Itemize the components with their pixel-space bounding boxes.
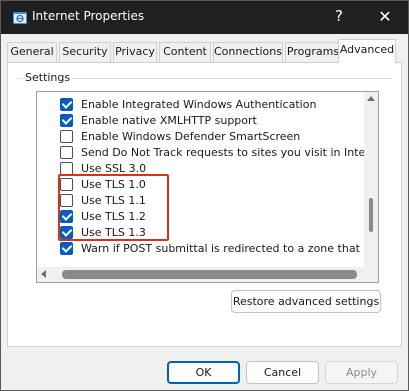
list-item[interactable]: Use TLS 1.0 <box>37 177 364 193</box>
list-item[interactable]: Use SSL 3.0 <box>37 161 364 177</box>
checkbox[interactable] <box>60 114 73 127</box>
title-bar[interactable]: Internet Properties ? ✕ <box>1 1 408 34</box>
list-item-label: Enable native XMLHTTP support <box>81 114 257 127</box>
list-item[interactable]: Enable native XMLHTTP support <box>37 113 364 129</box>
list-item[interactable]: Send Do Not Track requests to sites you … <box>37 145 364 161</box>
list-item[interactable]: Warn if POST submittal is redirected to … <box>37 241 364 257</box>
horizontal-scrollbar[interactable] <box>37 267 364 282</box>
tab-connections[interactable]: Connections <box>213 42 283 62</box>
help-button[interactable]: ? <box>317 1 361 34</box>
internet-properties-dialog: Internet Properties ? ✕ General Security… <box>0 0 409 391</box>
settings-group-label: Settings <box>23 71 73 84</box>
list-item-label: Send Do Not Track requests to sites you … <box>81 146 364 159</box>
horizontal-scroll-thumb[interactable] <box>62 270 357 279</box>
list-item-label: Warn if POST submittal is redirected to … <box>81 242 364 255</box>
tab-advanced[interactable]: Advanced <box>338 39 396 63</box>
list-item-label: Enable Integrated Windows Authentication <box>81 98 317 111</box>
tab-security[interactable]: Security <box>59 42 111 62</box>
tab-general[interactable]: General <box>7 42 57 62</box>
internet-options-icon <box>13 12 27 24</box>
ok-button[interactable]: OK <box>167 361 240 384</box>
window-title: Internet Properties <box>32 9 145 23</box>
list-item[interactable]: Use TLS 1.2 <box>37 209 364 225</box>
list-item-label: Use TLS 1.3 <box>81 226 146 239</box>
list-item-label: Use SSL 3.0 <box>81 162 147 175</box>
list-item-label: Enable Windows Defender SmartScreen <box>81 130 301 143</box>
scroll-up-icon[interactable] <box>367 96 375 101</box>
list-item-label: Use TLS 1.0 <box>81 178 146 191</box>
checkbox[interactable] <box>60 194 73 207</box>
vertical-scrollbar[interactable] <box>364 92 378 282</box>
list-item-label: Use TLS 1.2 <box>81 210 146 223</box>
checkbox[interactable] <box>60 178 73 191</box>
settings-list[interactable]: Enable Integrated Windows Authentication… <box>36 91 379 283</box>
advanced-tab-page: Settings Enable Integrated Windows Authe… <box>7 62 402 347</box>
scrollbar-corner <box>364 267 378 282</box>
tab-programs[interactable]: Programs <box>285 42 341 62</box>
close-button[interactable]: ✕ <box>363 1 407 34</box>
list-item[interactable]: Enable Windows Defender SmartScreen <box>37 129 364 145</box>
scroll-left-icon[interactable] <box>41 270 46 278</box>
checkbox[interactable] <box>60 210 73 223</box>
list-item[interactable]: Use TLS 1.1 <box>37 193 364 209</box>
apply-button[interactable]: Apply <box>325 361 398 384</box>
tab-content[interactable]: Content <box>159 42 211 62</box>
checkbox[interactable] <box>60 98 73 111</box>
tab-privacy[interactable]: Privacy <box>113 42 157 62</box>
tab-strip: General Security Privacy Content Connect… <box>7 39 402 63</box>
list-item[interactable]: Enable Integrated Windows Authentication <box>37 97 364 113</box>
checkbox[interactable] <box>60 130 73 143</box>
vertical-scroll-thumb[interactable] <box>369 198 373 232</box>
dialog-footer: OK Cancel Apply <box>1 347 408 390</box>
restore-advanced-settings-button[interactable]: Restore advanced settings <box>231 290 381 313</box>
list-item-label: Use TLS 1.1 <box>81 194 146 207</box>
cancel-button[interactable]: Cancel <box>246 361 319 384</box>
list-item[interactable]: Use TLS 1.3 <box>37 225 364 241</box>
checkbox[interactable] <box>60 226 73 239</box>
checkbox[interactable] <box>60 242 73 255</box>
checkbox[interactable] <box>60 146 73 159</box>
settings-group-divider <box>16 78 392 79</box>
checkbox[interactable] <box>60 162 73 175</box>
